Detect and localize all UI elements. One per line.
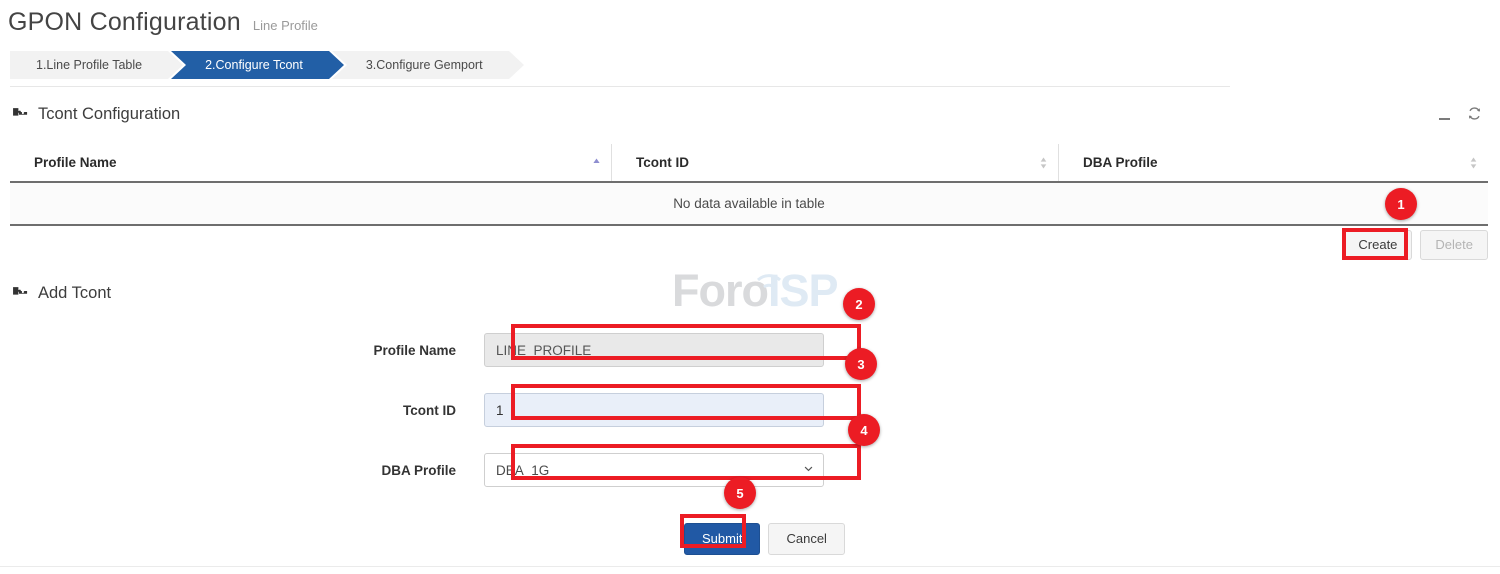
wizard-step-line-profile-table[interactable]: 1.Line Profile Table <box>10 51 168 79</box>
watermark-foro: Foro <box>672 265 768 316</box>
profile-name-label: Profile Name <box>0 343 484 358</box>
profile-name-input[interactable] <box>484 333 824 367</box>
wifi-arc-icon <box>672 262 872 320</box>
dba-profile-control: DBA_1G <box>484 453 824 487</box>
tcont-id-control <box>484 393 824 427</box>
delete-button: Delete <box>1420 230 1488 260</box>
watermark-isp: ISP <box>768 265 838 316</box>
table-header-row: Profile Name Tcont ID DBA Profile <box>10 144 1488 182</box>
table-row-empty: No data available in table <box>10 182 1488 225</box>
table-action-buttons: Create Delete <box>1343 230 1488 260</box>
add-tcont-form: Profile Name Tcont ID DBA Profile DBA_1G… <box>0 320 1500 555</box>
table-head: Profile Name Tcont ID DBA Profile <box>10 144 1488 182</box>
tcont-configuration-title: Tcont Configuration <box>12 105 180 124</box>
table-body: No data available in table <box>10 182 1488 225</box>
tcont-table: Profile Name Tcont ID DBA Profile <box>10 144 1488 226</box>
wizard-steps: 1.Line Profile Table 2.Configure Tcont 3… <box>10 51 512 79</box>
cancel-button[interactable]: Cancel <box>768 523 844 555</box>
watermark-text: ForoISP <box>672 262 872 320</box>
sort-none-icon <box>1039 156 1048 170</box>
puzzle-icon <box>12 106 29 123</box>
page-bottom-divider <box>0 566 1500 567</box>
column-label: DBA Profile <box>1083 155 1158 170</box>
tcont-id-label: Tcont ID <box>0 403 484 418</box>
dba-profile-select[interactable]: DBA_1G <box>484 453 824 487</box>
panel-title-text: Add Tcont <box>38 284 111 303</box>
form-buttons: Submit Cancel <box>684 523 1500 555</box>
annotation-badge-4: 4 <box>848 414 880 446</box>
tcont-id-input[interactable] <box>484 393 824 427</box>
tcont-table-wrapper: Profile Name Tcont ID DBA Profile <box>10 144 1488 226</box>
annotation-badge-5: 5 <box>724 477 756 509</box>
puzzle-icon <box>12 285 29 302</box>
page-title: GPON Configuration <box>8 8 241 37</box>
annotation-badge-2: 2 <box>843 288 875 320</box>
annotation-badge-1: 1 <box>1385 188 1417 220</box>
sort-none-icon <box>1469 156 1478 170</box>
empty-table-message: No data available in table <box>10 182 1488 225</box>
wizard-step-configure-tcont[interactable]: 2.Configure Tcont <box>171 51 329 79</box>
column-header-dba-profile[interactable]: DBA Profile <box>1059 144 1489 182</box>
wizard-step-label: 1.Line Profile Table <box>36 58 142 72</box>
refresh-icon[interactable] <box>1467 106 1482 121</box>
form-row-tcont-id: Tcont ID <box>0 380 1500 440</box>
create-button[interactable]: Create <box>1343 230 1412 260</box>
column-label: Profile Name <box>34 155 117 170</box>
annotation-badge-3: 3 <box>845 348 877 380</box>
header-divider <box>10 86 1230 87</box>
page-header: GPON Configuration Line Profile <box>8 8 318 37</box>
wizard-step-label: 2.Configure Tcont <box>205 58 303 72</box>
column-label: Tcont ID <box>636 155 689 170</box>
wizard-step-label: 3.Configure Gemport <box>366 58 483 72</box>
panel-title-text: Tcont Configuration <box>38 105 180 124</box>
wizard-step-configure-gemport[interactable]: 3.Configure Gemport <box>332 51 509 79</box>
dba-profile-label: DBA Profile <box>0 463 484 478</box>
column-header-profile-name[interactable]: Profile Name <box>10 144 612 182</box>
sort-ascending-icon <box>592 156 601 170</box>
dba-profile-select-wrapper: DBA_1G <box>484 453 824 487</box>
minimize-icon[interactable] <box>1439 118 1450 120</box>
form-row-profile-name: Profile Name <box>0 320 1500 380</box>
column-header-tcont-id[interactable]: Tcont ID <box>612 144 1059 182</box>
tcont-panel-tools <box>1439 106 1482 121</box>
page-subtitle: Line Profile <box>253 18 318 33</box>
profile-name-control <box>484 333 824 367</box>
foroisp-watermark: ForoISP <box>672 262 872 320</box>
add-tcont-title: Add Tcont <box>12 284 111 303</box>
submit-button[interactable]: Submit <box>684 523 760 555</box>
